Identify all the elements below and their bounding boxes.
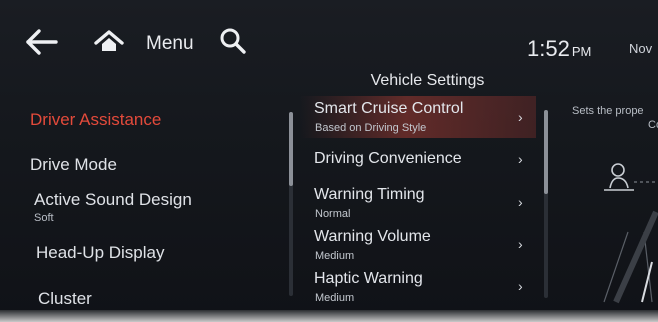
chevron-right-icon: › bbox=[518, 278, 523, 294]
setting-warning-timing[interactable]: Warning Timing Normal › bbox=[300, 182, 536, 224]
search-icon bbox=[220, 28, 246, 54]
category-cluster[interactable]: Cluster bbox=[38, 289, 288, 309]
setting-driving-convenience[interactable]: Driving Convenience › bbox=[300, 144, 536, 176]
setting-warning-volume[interactable]: Warning Volume Medium › bbox=[300, 224, 536, 266]
date-label: Nov bbox=[629, 41, 653, 56]
category-drive-mode[interactable]: Drive Mode bbox=[30, 155, 280, 175]
screen-bezel bbox=[0, 310, 658, 322]
settings-list: Smart Cruise Control Based on Driving St… bbox=[300, 96, 540, 310]
setting-label: Haptic Warning bbox=[314, 270, 423, 287]
category-list: Driver Assistance Drive Mode Active Soun… bbox=[0, 96, 296, 310]
category-label: Driver Assistance bbox=[30, 110, 162, 129]
clock: 1:52 PM bbox=[527, 36, 591, 62]
category-scrollbar[interactable] bbox=[289, 112, 293, 296]
setting-value: Normal bbox=[315, 208, 351, 220]
setting-label: Driving Convenience bbox=[314, 150, 462, 167]
setting-label: Smart Cruise Control bbox=[314, 100, 464, 117]
arrow-left-icon bbox=[26, 29, 58, 55]
description-panel: Sets the prope Con bbox=[556, 96, 658, 310]
chevron-right-icon: › bbox=[518, 236, 523, 252]
category-label: Head-Up Display bbox=[36, 243, 165, 262]
setting-label: Warning Volume bbox=[314, 228, 431, 245]
category-active-sound-design[interactable]: Active Sound Design Soft bbox=[34, 190, 284, 224]
clock-ampm: PM bbox=[571, 44, 592, 59]
description-line-2: Con bbox=[648, 119, 658, 131]
chevron-right-icon: › bbox=[518, 109, 523, 125]
setting-haptic-warning[interactable]: Haptic Warning Medium › bbox=[300, 266, 536, 308]
car-driver-illustration bbox=[556, 152, 658, 310]
home-button[interactable] bbox=[92, 28, 126, 56]
infotainment-screen: Menu 1:52 PM Nov Vehicle Settings Driver … bbox=[0, 0, 658, 322]
clock-time: 1:52 bbox=[527, 36, 570, 61]
menu-button[interactable]: Menu bbox=[146, 33, 194, 55]
description-text: Sets the prope Con bbox=[572, 104, 658, 132]
chevron-right-icon: › bbox=[518, 151, 523, 167]
category-label: Drive Mode bbox=[30, 155, 117, 174]
setting-value: Medium bbox=[315, 292, 355, 304]
category-label: Cluster bbox=[38, 289, 92, 308]
scrollbar-thumb[interactable] bbox=[544, 110, 548, 194]
setting-smart-cruise-control[interactable]: Smart Cruise Control Based on Driving St… bbox=[300, 96, 536, 138]
top-bar: Menu 1:52 PM Nov bbox=[0, 0, 658, 72]
setting-value: Medium bbox=[315, 250, 355, 262]
scrollbar-thumb[interactable] bbox=[289, 112, 293, 186]
description-line-1: Sets the prope bbox=[572, 105, 644, 117]
category-head-up-display[interactable]: Head-Up Display bbox=[36, 243, 286, 263]
category-driver-assistance[interactable]: Driver Assistance bbox=[30, 110, 280, 130]
setting-value: Based on Driving Style bbox=[315, 122, 427, 134]
page-title: Vehicle Settings bbox=[370, 72, 485, 89]
category-label: Active Sound Design bbox=[34, 190, 192, 209]
home-icon bbox=[94, 30, 124, 51]
category-value: Soft bbox=[34, 212, 54, 224]
chevron-right-icon: › bbox=[518, 194, 523, 210]
settings-scrollbar[interactable] bbox=[544, 110, 548, 298]
back-button[interactable] bbox=[24, 28, 60, 56]
search-button[interactable] bbox=[218, 26, 248, 56]
setting-label: Warning Timing bbox=[314, 186, 425, 203]
